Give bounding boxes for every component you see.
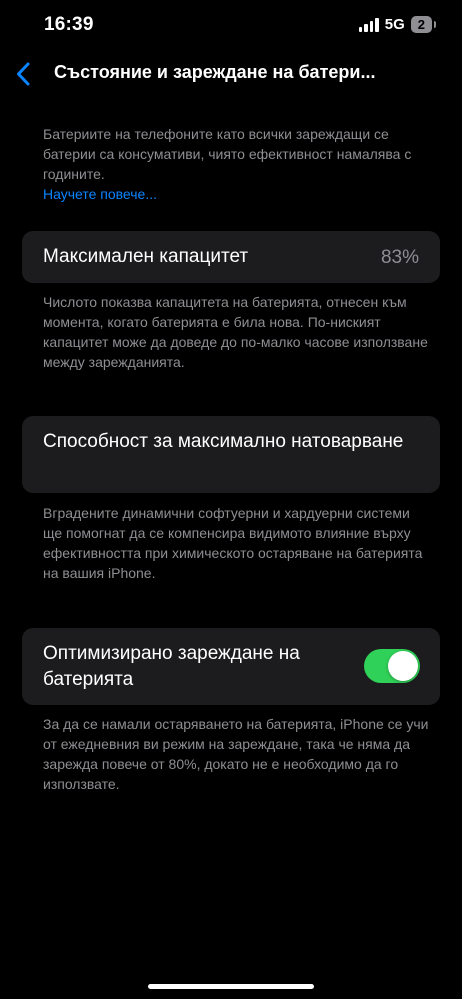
max-capacity-footnote: Числото показва капацитета на батерията,… bbox=[43, 294, 428, 370]
optimized-charging-label: Оптимизирано зареждане на батерията bbox=[43, 643, 300, 690]
chevron-left-icon bbox=[17, 62, 30, 86]
status-bar: 16:39 5G 2 bbox=[0, 0, 462, 50]
status-time: 16:39 bbox=[44, 14, 94, 35]
peak-performance-row: Способност за максимално натоварване bbox=[22, 416, 440, 493]
max-capacity-row: Максимален капацитет 83% bbox=[22, 231, 440, 283]
navigation-bar: Състояние и зареждане на батери... bbox=[0, 52, 462, 96]
learn-more-link[interactable]: Научете повече... bbox=[43, 184, 157, 204]
intro-text: Батериите на телефоните като всички заре… bbox=[43, 126, 412, 182]
page-title: Състояние и зареждане на батери... bbox=[54, 62, 376, 82]
back-button[interactable] bbox=[10, 58, 36, 90]
peak-performance-footnote: Вградените динамични софтуерни и хардуер… bbox=[43, 505, 423, 581]
network-type: 5G bbox=[384, 16, 405, 33]
intro-text-block: Батериите на телефоните като всички заре… bbox=[43, 124, 432, 204]
optimized-charging-row: Оптимизирано зареждане на батерията bbox=[22, 628, 440, 705]
battery-icon: 2 bbox=[410, 16, 437, 33]
peak-performance-label: Способност за максимално натоварване bbox=[43, 431, 404, 452]
toggle-knob bbox=[388, 651, 418, 681]
optimized-charging-toggle[interactable] bbox=[364, 649, 420, 683]
home-indicator[interactable] bbox=[148, 984, 314, 989]
cellular-signal-icon bbox=[358, 17, 379, 32]
optimized-charging-footnote: За да се намали остаряването на батерият… bbox=[43, 716, 429, 792]
status-indicators: 5G 2 bbox=[358, 16, 437, 33]
max-capacity-label: Максимален капацитет bbox=[43, 246, 249, 267]
max-capacity-value: 83% bbox=[380, 247, 419, 268]
